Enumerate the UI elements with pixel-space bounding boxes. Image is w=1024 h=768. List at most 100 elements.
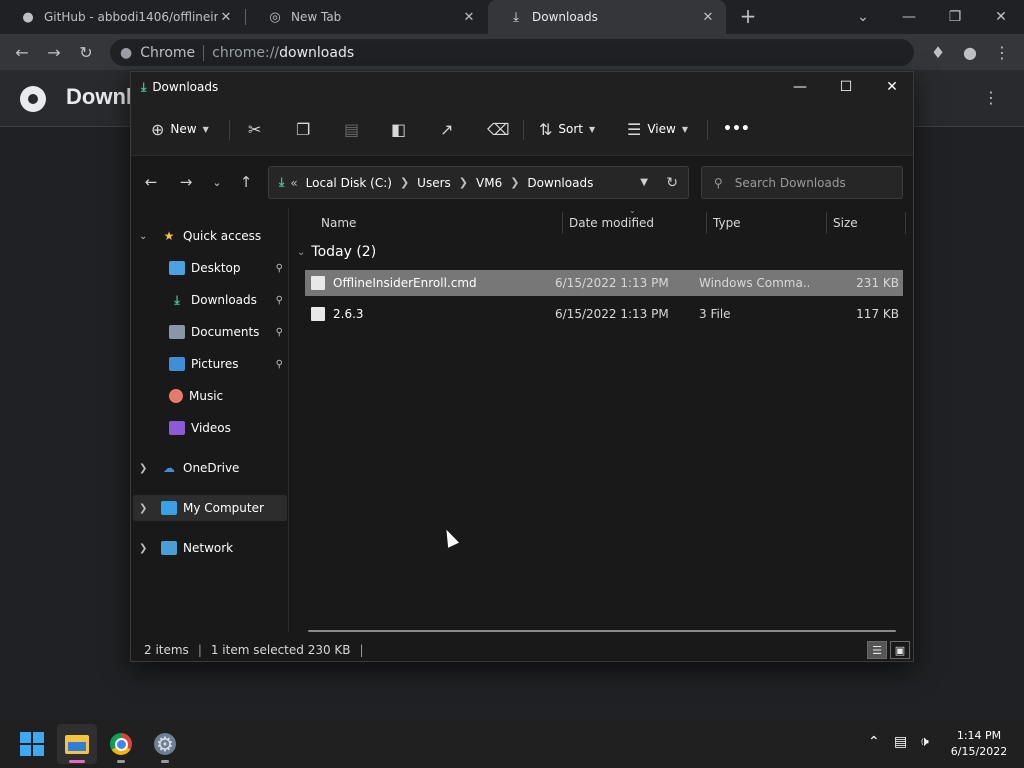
close-icon[interactable]: ✕: [461, 10, 477, 25]
reload-icon[interactable]: ↻: [72, 38, 100, 66]
browser-tabstrip: ● GitHub - abbodi1406/offlineinsic ✕ ◎ N…: [0, 0, 1024, 34]
menu-kebab-icon[interactable]: ⋮: [988, 38, 1016, 66]
chevron-right-icon[interactable]: ❯: [400, 176, 409, 189]
close-window-icon[interactable]: ✕: [978, 0, 1024, 34]
breadcrumb-vm6[interactable]: VM6: [476, 176, 502, 190]
taskbar: ⚙ ⌃ ▤ 🕩 1:14 PM 6/15/2022: [0, 720, 1024, 768]
address-path-bar[interactable]: ⤓ « Local Disk (C:) ❯ Users ❯ VM6 ❯ Down…: [268, 166, 689, 199]
nav-item-quick-access[interactable]: ⌄ ★ Quick access: [131, 223, 289, 249]
nav-item-my-computer[interactable]: ❯ My Computer: [133, 495, 287, 521]
new-tab-button[interactable]: +: [736, 5, 760, 29]
taskbar-settings[interactable]: ⚙: [145, 724, 185, 764]
minimize-icon[interactable]: —: [886, 0, 932, 34]
extensions-icon[interactable]: ♦: [924, 38, 952, 66]
paste-button[interactable]: ▤: [344, 114, 365, 144]
music-icon: [169, 389, 183, 403]
sort-button[interactable]: ⇅ Sort ▼: [539, 114, 595, 144]
profile-icon[interactable]: ●: [956, 38, 984, 66]
column-divider[interactable]: [706, 212, 707, 234]
pin-icon[interactable]: ⚲: [276, 327, 283, 338]
column-divider[interactable]: [905, 212, 906, 234]
refresh-icon[interactable]: ↻: [666, 175, 678, 191]
nav-item-network[interactable]: ❯ Network: [131, 535, 289, 561]
close-icon[interactable]: ✕: [218, 10, 234, 25]
column-header-name[interactable]: Name: [321, 208, 561, 238]
pin-icon[interactable]: ⚲: [276, 359, 283, 370]
forward-icon[interactable]: →: [172, 169, 200, 195]
network-tray-icon[interactable]: ▤: [894, 734, 907, 750]
copy-button[interactable]: ❐: [296, 114, 316, 144]
taskbar-file-explorer[interactable]: [57, 724, 97, 764]
share-icon: ↗: [440, 119, 454, 139]
column-divider[interactable]: [826, 212, 827, 234]
show-hidden-icons-chevron-up-icon[interactable]: ⌃: [868, 734, 880, 750]
restore-icon[interactable]: ❐: [932, 0, 978, 34]
nav-item-onedrive[interactable]: ❯ ☁ OneDrive: [131, 455, 289, 481]
nav-item-music[interactable]: Music: [131, 383, 289, 409]
tab-github[interactable]: ● GitHub - abbodi1406/offlineinsic ✕: [0, 0, 244, 34]
delete-button[interactable]: ⌫: [487, 114, 516, 144]
group-header-today[interactable]: ⌄ Today (2): [297, 244, 376, 260]
minimize-icon[interactable]: —: [777, 72, 823, 102]
chevron-right-icon[interactable]: ❯: [139, 463, 147, 474]
tiles-view-button[interactable]: ▣: [890, 641, 910, 659]
page-menu-icon[interactable]: ⋮: [983, 88, 999, 107]
details-view-button[interactable]: ☰: [867, 641, 887, 659]
taskbar-chrome[interactable]: [101, 724, 141, 764]
chevron-right-icon[interactable]: ❯: [510, 176, 519, 189]
nav-item-documents[interactable]: Documents ⚲: [131, 319, 289, 345]
pin-icon[interactable]: ⚲: [276, 295, 283, 306]
download-icon: ⤓: [174, 292, 180, 307]
plus-circle-icon: ⊕: [151, 119, 165, 139]
chevron-right-icon[interactable]: ❯: [459, 176, 468, 189]
start-button[interactable]: [12, 724, 52, 764]
chevron-right-icon[interactable]: ❯: [139, 503, 147, 514]
search-placeholder: Search Downloads: [734, 175, 846, 190]
rename-button[interactable]: ◧: [391, 114, 412, 144]
column-header-type[interactable]: Type: [713, 208, 823, 238]
table-row[interactable]: OfflineInsiderEnroll.cmd 6/15/2022 1:13 …: [305, 270, 903, 296]
back-icon[interactable]: ←: [8, 38, 36, 66]
up-icon[interactable]: ↑: [232, 169, 260, 195]
column-divider[interactable]: [562, 212, 563, 234]
chevron-down-icon[interactable]: ⌄: [297, 247, 305, 258]
nav-item-desktop[interactable]: Desktop ⚲: [131, 255, 289, 281]
recent-locations-icon[interactable]: ⌄: [203, 169, 231, 195]
sort-icon: ⇅: [539, 119, 553, 139]
address-bar[interactable]: ● Chrome chrome:// downloads: [110, 39, 914, 66]
chevron-down-icon[interactable]: ▼: [640, 177, 648, 188]
column-header-size[interactable]: Size: [833, 208, 903, 238]
horizontal-scrollbar[interactable]: [308, 630, 896, 632]
forward-icon[interactable]: →: [40, 38, 68, 66]
nav-label: OneDrive: [183, 461, 240, 475]
close-icon[interactable]: ✕: [869, 72, 915, 102]
see-more-button[interactable]: •••: [723, 114, 750, 144]
tab-search-icon[interactable]: ⌄: [840, 0, 886, 34]
system-clock[interactable]: 1:14 PM 6/15/2022: [944, 728, 1014, 760]
maximize-icon[interactable]: ☐: [823, 72, 869, 102]
nav-item-pictures[interactable]: Pictures ⚲: [131, 351, 289, 377]
view-button[interactable]: ☰ View ▼: [627, 114, 688, 144]
tab-new-tab[interactable]: ◎ New Tab ✕: [247, 0, 487, 34]
share-button[interactable]: ↗: [440, 114, 459, 144]
breadcrumb-local-disk[interactable]: Local Disk (C:): [306, 176, 392, 190]
column-header-date[interactable]: Date modified ⌄: [569, 206, 707, 238]
cut-button[interactable]: ✂: [248, 114, 267, 144]
table-row[interactable]: 2.6.3 6/15/2022 1:13 PM 3 File 117 KB: [305, 301, 903, 327]
back-icon[interactable]: ←: [137, 169, 165, 195]
nav-item-videos[interactable]: Videos: [131, 415, 289, 441]
nav-item-downloads[interactable]: ⤓ Downloads ⚲: [131, 287, 289, 313]
pin-icon[interactable]: ⚲: [276, 263, 283, 274]
tab-downloads[interactable]: ⤓ Downloads ✕: [488, 0, 726, 34]
breadcrumb-downloads[interactable]: Downloads: [527, 176, 593, 190]
close-icon[interactable]: ✕: [700, 10, 716, 25]
new-button[interactable]: ⊕ New ▼: [151, 114, 209, 144]
view-label: View: [647, 122, 676, 136]
site-info-icon[interactable]: ●: [120, 45, 132, 61]
search-input[interactable]: ⚲ Search Downloads: [701, 166, 903, 199]
breadcrumb-users[interactable]: Users: [417, 176, 451, 190]
breadcrumb-overflow[interactable]: «: [290, 176, 297, 190]
chevron-right-icon[interactable]: ❯: [139, 543, 147, 554]
volume-icon[interactable]: 🕩: [920, 734, 929, 750]
chevron-down-icon[interactable]: ⌄: [139, 231, 147, 242]
